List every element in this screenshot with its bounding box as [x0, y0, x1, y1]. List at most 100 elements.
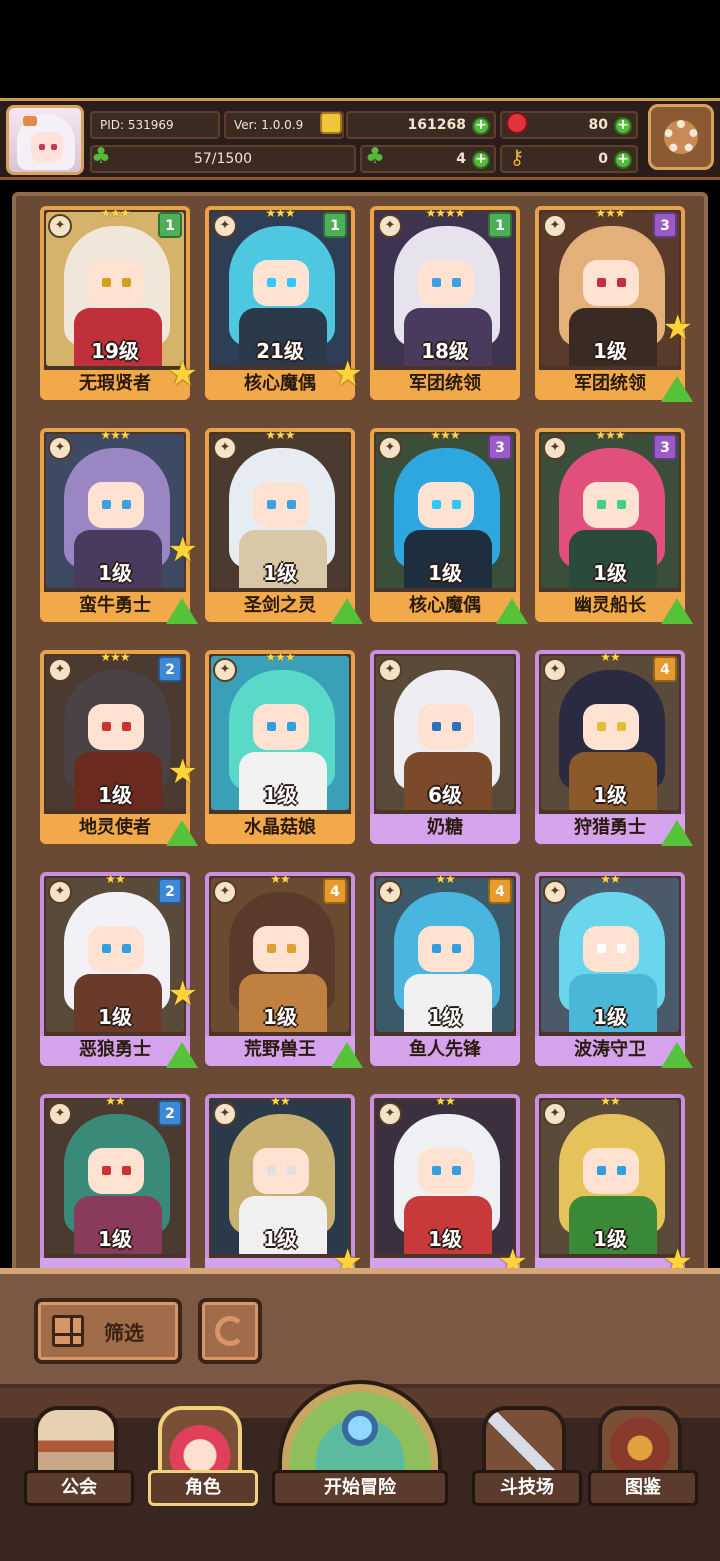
- key-amount: 0: [598, 151, 608, 167]
- filter-panel: 筛选: [0, 1268, 720, 1388]
- class-icon: ✦: [48, 436, 72, 460]
- class-icon: ✦: [378, 880, 402, 904]
- refresh-button[interactable]: [198, 1298, 262, 1364]
- character-card[interactable]: ★★ ✦ 4 1级 荒野兽王: [205, 872, 363, 1068]
- rank-badge: 1: [323, 212, 347, 238]
- character-card[interactable]: ★★ ✦ 1级 ★: [535, 1094, 693, 1273]
- settings-button[interactable]: [648, 104, 714, 170]
- coin-icon: [320, 112, 342, 134]
- character-list-panel: ★★★ ✦ 1 19级 无瑕贤者 ★ ★★★ ✦ 1 21级 核心魔偶 ★ ★★…: [12, 192, 708, 1277]
- character-card[interactable]: ★★★ ✦ 1级 水晶菇娘: [205, 650, 355, 844]
- rank-badge: 4: [488, 878, 512, 904]
- clover-amount: 4: [456, 151, 466, 167]
- upgrade-arrow-icon: [166, 820, 198, 846]
- star-icon: ★: [332, 354, 363, 394]
- character-card[interactable]: ★★ ✦ 1级 ★: [370, 1094, 528, 1273]
- star-icon: ★: [662, 308, 693, 348]
- character-level: 1级: [263, 783, 297, 807]
- upgrade-arrow-icon: [661, 598, 693, 624]
- upgrade-arrow-icon: [661, 1042, 693, 1068]
- nav-character-label: 角色: [148, 1470, 258, 1506]
- character-name: 奶糖: [370, 814, 520, 844]
- class-icon: ✦: [543, 880, 567, 904]
- nav-arena[interactable]: 斗技场: [472, 1406, 582, 1526]
- class-icon: ✦: [213, 214, 237, 238]
- class-icon: ✦: [378, 436, 402, 460]
- filter-button[interactable]: 筛选: [34, 1298, 182, 1364]
- player-avatar[interactable]: [6, 105, 84, 175]
- key-icon: ⚷: [509, 145, 525, 169]
- nav-adventure[interactable]: 开始冒险: [272, 1380, 448, 1550]
- rank-badge: 2: [158, 878, 182, 904]
- class-icon: ✦: [543, 436, 567, 460]
- character-card[interactable]: ★★★★ ✦ 1 18级 军团统领: [370, 206, 520, 400]
- character-level: 19级: [91, 339, 139, 363]
- class-icon: ✦: [213, 1102, 237, 1126]
- character-level: 21级: [256, 339, 304, 363]
- rank-badge: 2: [158, 656, 182, 682]
- character-name: 水晶菇娘: [205, 814, 355, 844]
- gem-icon: [506, 112, 528, 134]
- character-name: 军团统领: [370, 370, 520, 400]
- nav-guild[interactable]: 公会: [24, 1406, 134, 1526]
- character-level: 1级: [428, 1227, 462, 1251]
- character-card[interactable]: ★★★ ✦ 1级 圣剑之灵: [205, 428, 363, 624]
- character-card[interactable]: ★★★ ✦ 3 1级 军团统领 ★: [535, 206, 693, 402]
- class-icon: ✦: [48, 1102, 72, 1126]
- nav-character[interactable]: 角色: [148, 1406, 258, 1526]
- character-card[interactable]: ★★★ ✦ 3 1级 核心魔偶: [370, 428, 528, 624]
- class-icon: ✦: [378, 1102, 402, 1126]
- character-grid[interactable]: ★★★ ✦ 1 19级 无瑕贤者 ★ ★★★ ✦ 1 21级 核心魔偶 ★ ★★…: [40, 206, 693, 1273]
- star-icon: ★: [167, 974, 198, 1014]
- nav-codex[interactable]: 图鉴: [588, 1406, 698, 1526]
- nav-guild-label: 公会: [24, 1470, 134, 1506]
- magnifier-icon: [342, 1410, 378, 1446]
- character-card[interactable]: ★★★ ✦ 2 1级 地灵使者 ★: [40, 650, 198, 846]
- upgrade-arrow-icon: [166, 598, 198, 624]
- gem-amount: 80: [588, 117, 608, 133]
- class-icon: ✦: [378, 214, 402, 238]
- rank-badge: 2: [158, 1100, 182, 1126]
- gear-icon: [664, 120, 698, 154]
- add-gems-button[interactable]: +: [614, 117, 632, 135]
- upgrade-arrow-icon: [661, 820, 693, 846]
- character-card[interactable]: ★★ ✦ 4 1级 狩猎勇士: [535, 650, 693, 846]
- character-card[interactable]: ✦ 6级 奶糖: [370, 650, 520, 844]
- character-card[interactable]: ★★ ✦ 1级 波涛守卫: [535, 872, 693, 1068]
- grid-icon: [52, 1315, 84, 1347]
- character-level: 1级: [98, 783, 132, 807]
- character-level: 1级: [593, 1005, 627, 1029]
- class-icon: ✦: [543, 214, 567, 238]
- rank-badge: 4: [323, 878, 347, 904]
- character-card[interactable]: ★★★ ✦ 1级 蛮牛勇士 ★: [40, 428, 198, 624]
- rank-badge: 1: [158, 212, 182, 238]
- rank-badge: 4: [653, 656, 677, 682]
- class-icon: ✦: [48, 658, 72, 682]
- character-level: 1级: [98, 561, 132, 585]
- character-level: 18级: [421, 339, 469, 363]
- character-card[interactable]: ★★ ✦ 4 1级 鱼人先锋: [370, 872, 520, 1066]
- bottom-navigation: 公会 角色 开始冒险 斗技场 图鉴: [0, 1380, 720, 1561]
- character-level: 1级: [98, 1005, 132, 1029]
- nav-arena-label: 斗技场: [472, 1470, 582, 1506]
- add-coins-button[interactable]: +: [472, 117, 490, 135]
- upgrade-arrow-icon: [166, 1042, 198, 1068]
- stamina-bar: 57/1500: [90, 145, 356, 173]
- character-level: 1级: [593, 783, 627, 807]
- character-level: 1级: [593, 561, 627, 585]
- nav-codex-label: 图鉴: [588, 1470, 698, 1506]
- add-keys-button[interactable]: +: [614, 151, 632, 169]
- character-card[interactable]: ★★★ ✦ 3 1级 幽灵船长: [535, 428, 693, 624]
- character-card[interactable]: ★★ ✦ 2 1级 恶狼勇士 ★: [40, 872, 198, 1068]
- add-clovers-button[interactable]: +: [472, 151, 490, 169]
- stamina-amount: 57/1500: [193, 151, 253, 167]
- upgrade-arrow-icon: [331, 1042, 363, 1068]
- character-card[interactable]: ★★★ ✦ 1 21级 核心魔偶 ★: [205, 206, 363, 400]
- character-card[interactable]: ★★ ✦ 1级 ★: [205, 1094, 363, 1273]
- character-card[interactable]: ★★★ ✦ 1 19级 无瑕贤者 ★: [40, 206, 198, 400]
- character-card[interactable]: ★★ ✦ 2 1级: [40, 1094, 190, 1273]
- character-level: 6级: [428, 783, 462, 807]
- clover-icon: ♣: [365, 144, 385, 169]
- character-level: 1级: [593, 339, 627, 363]
- upgrade-arrow-icon: [661, 376, 693, 402]
